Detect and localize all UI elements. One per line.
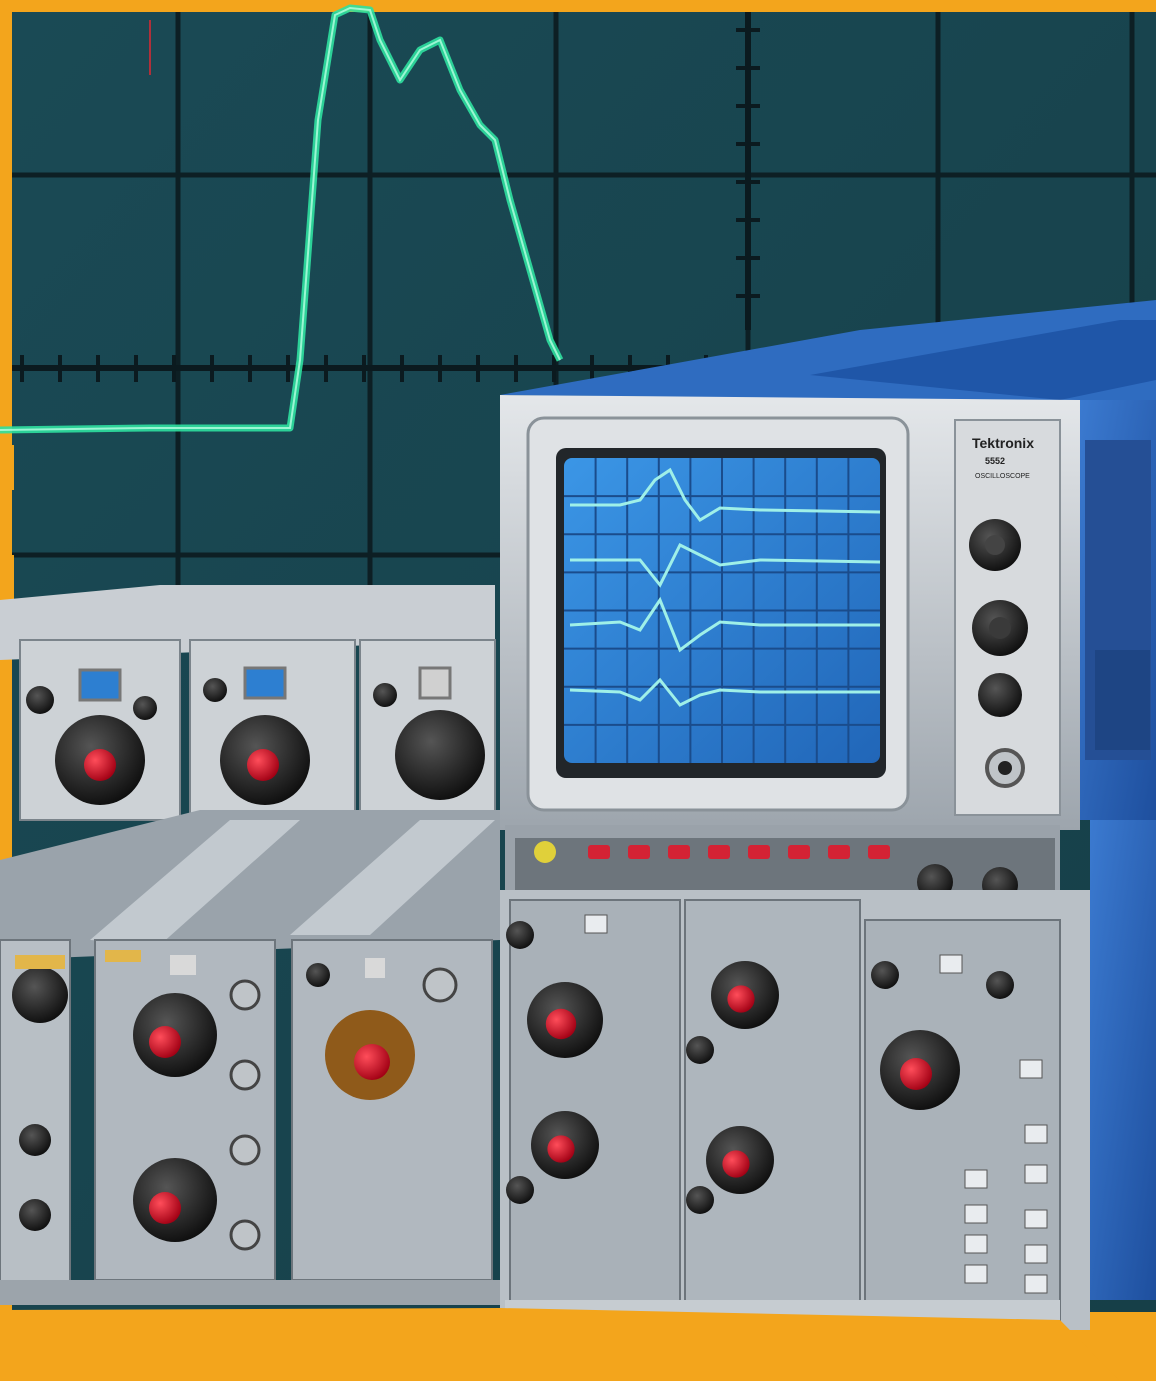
scene: Tektronix 5552 OSCILLOSCOPE	[0, 0, 1156, 1381]
pushbutton[interactable]	[1024, 1244, 1048, 1264]
knob-cap	[545, 1008, 577, 1040]
small-knob[interactable]	[871, 961, 899, 989]
brand-subtitle: OSCILLOSCOPE	[975, 473, 1030, 480]
crt-screen	[564, 458, 881, 763]
indicator-light	[708, 845, 730, 859]
indicator-light	[628, 845, 650, 859]
small-knob[interactable]	[986, 971, 1014, 999]
small-knob[interactable]	[686, 1186, 714, 1214]
indicator-light	[828, 845, 850, 859]
indicator-light	[668, 845, 690, 859]
pushbutton[interactable]	[964, 1264, 988, 1284]
indicator-light	[588, 845, 610, 859]
small-knob[interactable]	[686, 1036, 714, 1064]
right-plugins	[500, 890, 1090, 1345]
knob[interactable]	[395, 710, 485, 800]
knob[interactable]	[12, 967, 68, 1023]
pushbutton[interactable]	[964, 1169, 988, 1189]
power-light	[534, 841, 556, 863]
small-knob[interactable]	[506, 1176, 534, 1204]
pushbutton[interactable]	[964, 1204, 988, 1224]
knob-cap	[900, 1058, 932, 1090]
left-plugins-upper	[0, 585, 496, 821]
scale-knob[interactable]	[978, 673, 1022, 717]
pushbutton[interactable]	[939, 954, 963, 974]
small-knob[interactable]	[506, 921, 534, 949]
pushbutton[interactable]	[1024, 1274, 1048, 1294]
knob-cap	[722, 1150, 750, 1178]
knob-cap	[727, 985, 755, 1013]
brand-name: Tektronix	[972, 435, 1034, 451]
pushbutton[interactable]	[1024, 1164, 1048, 1184]
indicator-light	[748, 845, 770, 859]
oscilloscope-mainframe: Tektronix 5552 OSCILLOSCOPE	[500, 395, 1080, 830]
pushbutton[interactable]	[1024, 1209, 1048, 1229]
photo: Tektronix 5552 OSCILLOSCOPE	[0, 0, 1156, 1381]
brand-model: 5552	[985, 456, 1005, 466]
indicator-light	[788, 845, 810, 859]
pushbutton[interactable]	[1019, 1059, 1043, 1079]
indicator-light	[868, 845, 890, 859]
pushbutton[interactable]	[1024, 1124, 1048, 1144]
pushbutton[interactable]	[964, 1234, 988, 1254]
knob-cap	[547, 1135, 575, 1163]
pushbutton[interactable]	[584, 914, 608, 934]
